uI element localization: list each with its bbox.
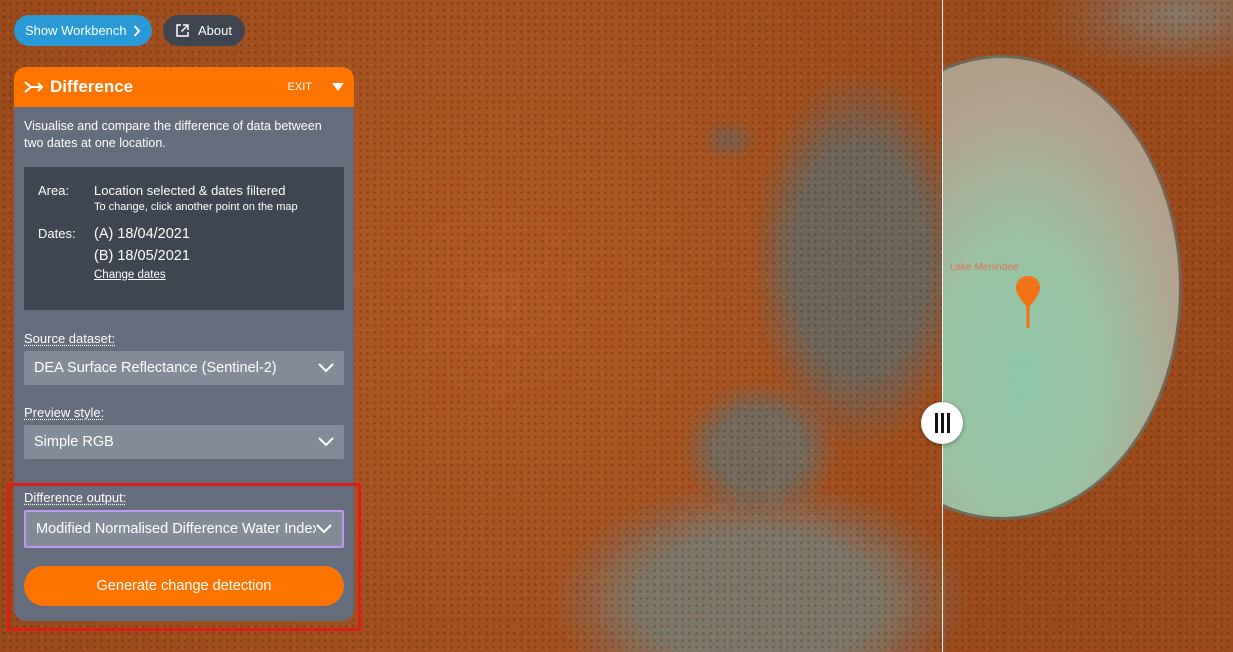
generate-change-detection-button[interactable]: Generate change detection xyxy=(24,566,344,606)
split-divider-handle[interactable] xyxy=(921,402,963,444)
panel-description: Visualise and compare the difference of … xyxy=(24,119,322,150)
date-b: (B) 18/05/2021 xyxy=(94,248,190,264)
external-link-icon xyxy=(176,24,189,37)
chevron-down-icon xyxy=(316,524,332,534)
preview-style-select[interactable]: Simple RGB xyxy=(24,425,344,459)
preview-style-value: Simple RGB xyxy=(34,434,114,450)
show-workbench-label: Show Workbench xyxy=(25,23,127,38)
difference-output-select[interactable]: Modified Normalised Difference Water Ind… xyxy=(24,510,344,548)
source-dataset-label: Source dataset: xyxy=(24,331,116,346)
show-workbench-button[interactable]: Show Workbench xyxy=(14,15,152,46)
about-button[interactable]: About xyxy=(163,15,245,46)
difference-panel: Difference EXIT Visualise and compare th… xyxy=(14,67,354,621)
area-hint: To change, click another point on the ma… xyxy=(94,201,298,213)
chevron-right-icon xyxy=(133,24,141,37)
chevron-down-icon xyxy=(318,363,334,373)
about-label: About xyxy=(198,23,232,38)
after-image-region xyxy=(942,0,1233,652)
location-pin-icon[interactable] xyxy=(1015,274,1041,328)
dates-label: Dates: xyxy=(38,226,76,241)
panel-title: Difference xyxy=(50,77,134,96)
split-divider-line xyxy=(942,0,943,652)
area-value: Location selected & dates filtered xyxy=(94,183,286,198)
exit-button[interactable]: EXIT xyxy=(288,81,312,93)
map-place-label: Lake Menindee xyxy=(950,262,1019,273)
info-box: Area: Location selected & dates filtered… xyxy=(24,167,344,310)
source-dataset-value: DEA Surface Reflectance (Sentinel-2) xyxy=(34,360,277,376)
difference-output-value: Modified Normalised Difference Water Ind… xyxy=(36,521,316,537)
difference-arrow-icon xyxy=(24,81,44,93)
panel-header: Difference EXIT xyxy=(14,67,354,107)
area-label: Area: xyxy=(38,183,70,198)
collapse-caret-icon[interactable] xyxy=(332,83,344,91)
preview-style-label: Preview style: xyxy=(24,405,105,420)
change-dates-link[interactable]: Change dates xyxy=(94,269,190,281)
date-a: (A) 18/04/2021 xyxy=(94,226,190,242)
difference-output-label: Difference output: xyxy=(24,490,127,505)
chevron-down-icon xyxy=(318,437,334,447)
source-dataset-select[interactable]: DEA Surface Reflectance (Sentinel-2) xyxy=(24,351,344,385)
lake-shape xyxy=(942,55,1182,520)
